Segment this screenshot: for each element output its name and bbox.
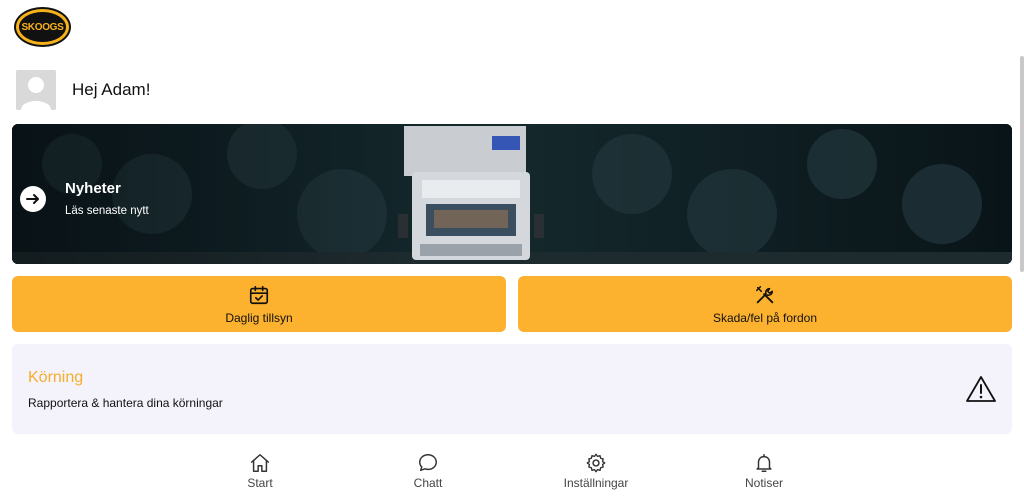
user-greeting-row: Hej Adam! (16, 70, 150, 110)
news-content: Nyheter Läs senaste nytt (20, 180, 149, 217)
news-banner[interactable]: Nyheter Läs senaste nytt (12, 124, 1012, 264)
arrow-right-icon[interactable] (20, 185, 46, 212)
vehicle-damage-button[interactable]: Skada/fel på fordon (518, 276, 1012, 332)
warning-icon (966, 376, 996, 402)
logo-inner: SKOOGS (19, 12, 66, 42)
korning-subtitle: Rapportera & hantera dina körningar (28, 396, 223, 410)
calendar-check-icon (249, 285, 269, 304)
nav-item-notifications[interactable]: Notiser (704, 452, 824, 490)
scrollbar[interactable] (1020, 56, 1024, 272)
skoogs-logo[interactable]: SKOOGS (14, 7, 71, 47)
nav-label-settings: Inställningar (563, 476, 629, 490)
avatar[interactable] (16, 70, 56, 110)
vehicle-damage-label: Skada/fel på fordon (712, 310, 818, 325)
nav-item-chat[interactable]: Chatt (368, 452, 488, 490)
daily-inspection-label: Daglig tillsyn (225, 310, 293, 325)
tools-icon (756, 285, 774, 303)
nav-label-chat: Chatt (413, 476, 443, 490)
korning-title: Körning (28, 369, 84, 386)
news-text: Nyheter Läs senaste nytt (65, 180, 149, 217)
logo-text: SKOOGS (21, 21, 64, 33)
news-subtitle: Läs senaste nytt (65, 205, 149, 217)
nav-label-start: Start (247, 476, 273, 490)
nav-label-notifications: Notiser (744, 476, 783, 490)
nav-item-settings[interactable]: Inställningar (536, 452, 656, 490)
user-placeholder-icon (16, 70, 56, 110)
app-root: SKOOGS Hej Adam! Nyheter Läs senaste nyt… (0, 0, 1024, 500)
nav-item-start[interactable]: Start (200, 452, 320, 490)
daily-inspection-button[interactable]: Daglig tillsyn (12, 276, 506, 332)
home-icon (251, 454, 269, 472)
bottom-navigation: Start Chatt Inställningar Notiser (0, 444, 1024, 500)
news-title: Nyheter (65, 180, 121, 197)
greeting-text: Hej Adam! (72, 80, 151, 99)
chat-icon (419, 454, 437, 472)
bell-icon (756, 454, 772, 472)
korning-card[interactable]: Körning Rapportera & hantera dina körnin… (12, 344, 1012, 434)
news-background-image (12, 124, 1012, 264)
gear-icon (586, 453, 606, 473)
